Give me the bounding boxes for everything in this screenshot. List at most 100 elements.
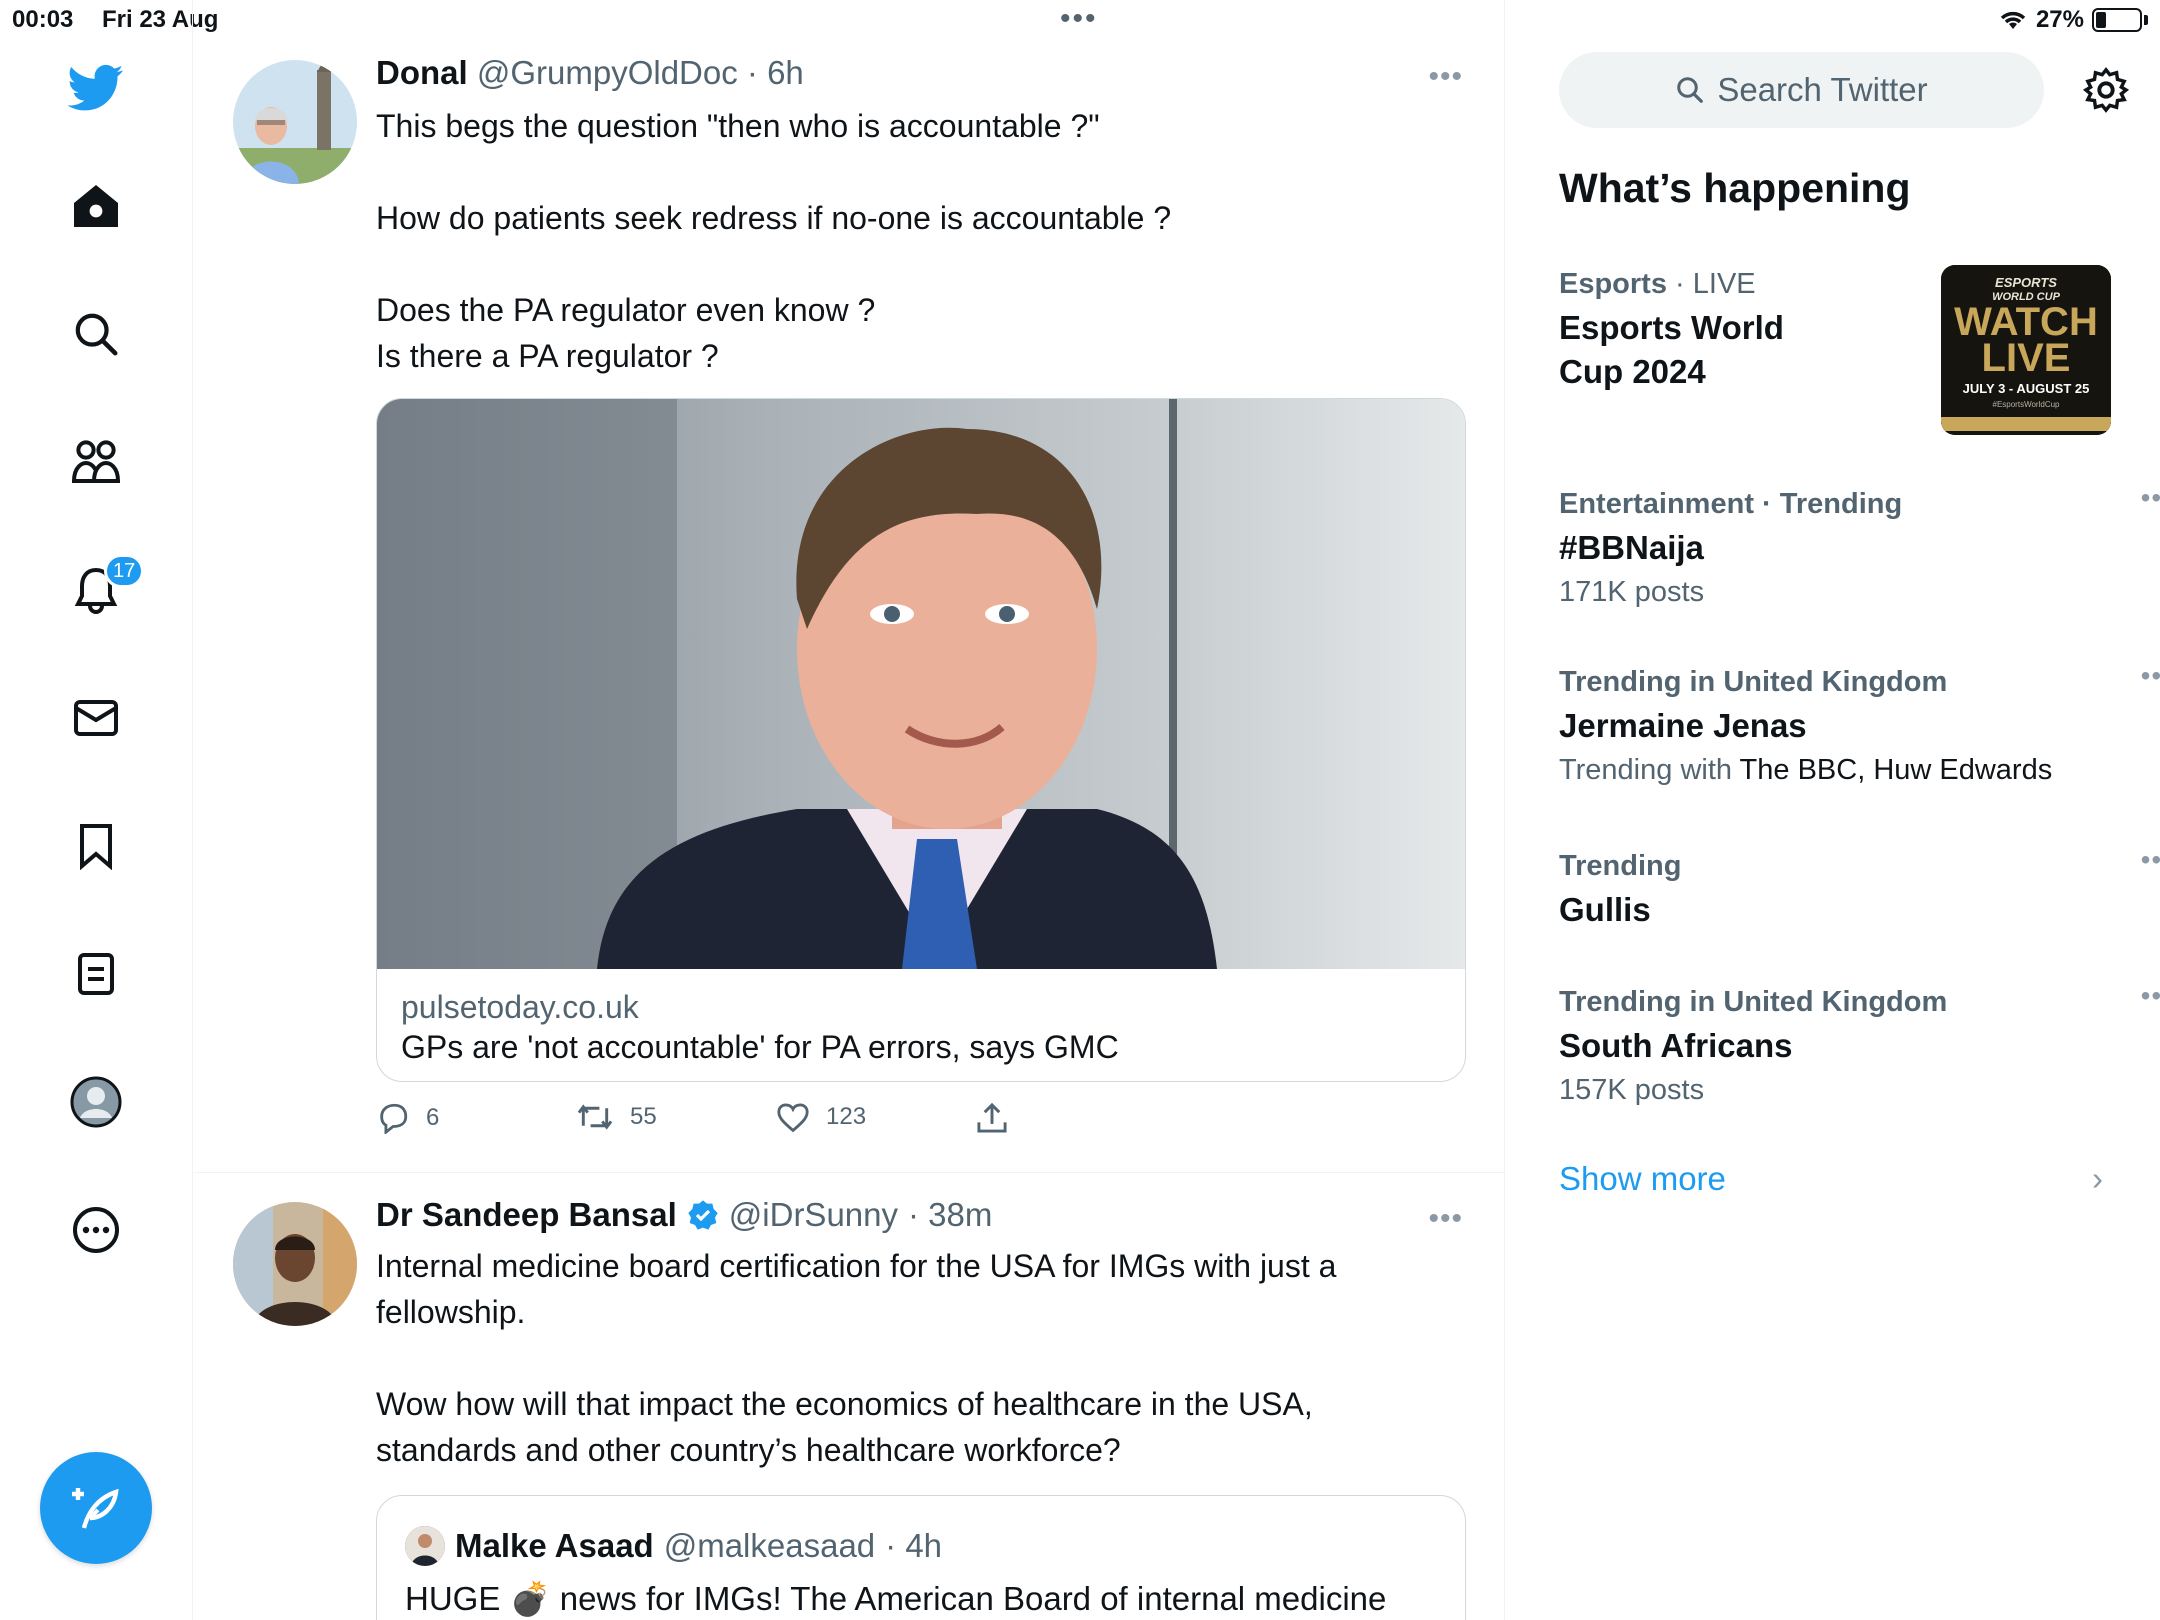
author-name[interactable]: Donal <box>376 54 468 91</box>
trend-more-icon[interactable]: ••• <box>2141 980 2160 1012</box>
lists-icon[interactable] <box>66 944 126 1004</box>
promo-line4: LIVE <box>1982 336 2071 380</box>
quoted-tweet-time: · 4h <box>885 1527 943 1564</box>
share-icon <box>977 1102 1007 1133</box>
link-card-title: GPs are 'not accountable' for PA errors,… <box>401 1029 1119 1065</box>
tweet-actions: 6 55 123 <box>376 1102 1076 1142</box>
communities-icon[interactable] <box>66 432 126 492</box>
tweet-time[interactable]: · 38m <box>908 1196 992 1234</box>
tweet-line: This begs the question "then who is acco… <box>376 108 1100 144</box>
trend-category: Entertainment · Trending <box>1559 488 1903 520</box>
tweet-line: How do patients seek redress if no-one i… <box>376 200 1172 236</box>
quoted-author-handle: @malkeasaad <box>663 1527 876 1564</box>
notifications-bell-icon[interactable]: 17 <box>66 554 145 620</box>
tweet-text: Internal medicine board certification fo… <box>376 1243 1466 1473</box>
trend-category: Esports <box>1559 268 1667 300</box>
tweet-line <box>376 1335 1466 1381</box>
trend-item[interactable]: Entertainment · Trending #BBNaija 171K p… <box>1559 482 2160 614</box>
tweet-line: Is there a PA regulator ? <box>376 338 719 374</box>
retweet-count: 55 <box>630 1103 657 1130</box>
trend-context-names: The BBC, Huw Edwards <box>1739 754 2053 786</box>
avatar[interactable] <box>233 60 357 184</box>
promo-line1: ESPORTS <box>1995 275 2057 290</box>
trend-name: South Africans <box>1559 1027 1793 1064</box>
tweet-line: standards and other country’s healthcare… <box>376 1432 1121 1468</box>
retweet-button[interactable]: 55 <box>576 1102 657 1132</box>
compose-feather-icon <box>72 1488 119 1529</box>
trend-more-icon[interactable]: ••• <box>2141 660 2160 692</box>
trend-category: Trending <box>1559 850 1682 882</box>
quoted-author-name: Malke Asaad <box>455 1527 654 1564</box>
tweet-time[interactable]: · 6h <box>747 54 804 91</box>
author-name[interactable]: Dr Sandeep Bansal <box>376 1196 677 1234</box>
compose-tweet-button[interactable] <box>40 1452 152 1564</box>
search-icon[interactable] <box>66 304 126 364</box>
show-more-link[interactable]: Show more <box>1559 1160 1726 1198</box>
trend-context: Trending with The BBC, Huw Edwards <box>1559 748 2119 792</box>
tweet-line: Internal medicine board certification fo… <box>376 1248 1337 1284</box>
more-options-icon[interactable] <box>66 1200 126 1260</box>
promo-dates: JULY 3 - AUGUST 25 <box>1963 381 2090 396</box>
trend-category: Trending in United Kingdom <box>1559 986 1948 1018</box>
search-placeholder: Search Twitter <box>1717 71 1928 108</box>
share-button[interactable] <box>976 1102 1008 1134</box>
promo-hashtag: #EsportsWorldCup <box>1993 400 2061 409</box>
like-count: 123 <box>826 1103 867 1130</box>
avatar[interactable] <box>233 1202 357 1326</box>
trend-live-label: · LIVE <box>1666 268 1756 300</box>
tweet-divider <box>193 1172 1504 1173</box>
link-card[interactable]: pulsetoday.co.uk GPs are 'not accountabl… <box>376 398 1466 1082</box>
tweet-header: Dr Sandeep Bansal @iDrSunny · 38m <box>376 1196 992 1234</box>
bookmarks-icon[interactable] <box>66 816 126 876</box>
twitter-logo-icon[interactable] <box>66 58 126 118</box>
tweet-text: This begs the question "then who is acco… <box>376 103 1466 379</box>
tweet-more-icon[interactable]: ••• <box>1428 60 1463 94</box>
right-sidebar: Search Twitter What’s happening Esports … <box>1506 0 2160 1620</box>
avatar <box>405 1526 445 1566</box>
notifications-badge: 17 <box>104 554 145 588</box>
search-twitter-input[interactable]: Search Twitter <box>1559 52 2044 128</box>
quoted-tweet[interactable]: Malke Asaad @malkeasaad · 4h HUGE 💣 news… <box>376 1495 1466 1620</box>
trend-item[interactable]: Trending in United Kingdom Jermaine Jena… <box>1559 660 2160 792</box>
messages-mail-icon[interactable] <box>66 688 126 748</box>
author-handle[interactable]: @GrumpyOldDoc <box>477 54 738 91</box>
settings-gear-icon[interactable] <box>2076 60 2136 120</box>
profile-avatar-icon[interactable] <box>66 1072 126 1132</box>
reply-icon <box>380 1103 408 1134</box>
tweet-line <box>376 241 1466 287</box>
timeline: Donal @GrumpyOldDoc · 6h ••• This begs t… <box>193 0 1505 1620</box>
quoted-tweet-text: HUGE 💣 news for IMGs! The American Board… <box>405 1580 1387 1617</box>
tweet-line <box>376 149 1466 195</box>
reply-count: 6 <box>426 1104 440 1131</box>
tweet-line: Wow how will that impact the economics o… <box>376 1386 1313 1422</box>
trend-context-prefix: Trending with <box>1559 754 1740 786</box>
quoted-tweet-header: Malke Asaad @malkeasaad · 4h <box>405 1526 942 1566</box>
trend-category: Trending in United Kingdom <box>1559 666 1948 698</box>
tweet-line: Does the PA regulator even know ? <box>376 292 876 328</box>
trend-item[interactable]: Trending in United Kingdom South African… <box>1559 980 2160 1112</box>
heart-icon <box>777 1103 809 1132</box>
whats-happening-title: What’s happening <box>1559 165 1911 211</box>
search-icon <box>1677 77 1704 103</box>
like-button[interactable]: 123 <box>776 1102 866 1132</box>
trend-name: Gullis <box>1559 891 1651 928</box>
esports-promo-image[interactable]: ESPORTS WORLD CUP WATCH LIVE JULY 3 - AU… <box>1941 265 2111 435</box>
link-card-domain: pulsetoday.co.uk <box>401 989 639 1025</box>
trend-more-icon[interactable]: ••• <box>2141 844 2160 876</box>
trend-name: #BBNaija <box>1559 529 1704 566</box>
trend-more-icon[interactable]: ••• <box>2141 482 2160 514</box>
reply-button[interactable]: 6 <box>376 1102 439 1134</box>
chevron-right-icon[interactable]: › <box>2092 1160 2103 1198</box>
author-handle[interactable]: @iDrSunny <box>729 1196 898 1234</box>
left-nav: 17 <box>0 0 193 1620</box>
trend-name: Jermaine Jenas <box>1559 707 1807 744</box>
trend-post-count: 157K posts <box>1559 1074 1705 1106</box>
trend-item[interactable]: Trending Gullis ••• <box>1559 844 2160 932</box>
link-card-image <box>377 399 1465 969</box>
retweet-icon <box>577 1104 613 1130</box>
tweet-line: fellowship. <box>376 1294 526 1330</box>
home-icon[interactable] <box>66 176 126 236</box>
tweet-more-icon[interactable]: ••• <box>1428 1202 1463 1236</box>
verified-badge-icon <box>688 1200 718 1230</box>
trend-post-count: 171K posts <box>1559 576 1705 608</box>
